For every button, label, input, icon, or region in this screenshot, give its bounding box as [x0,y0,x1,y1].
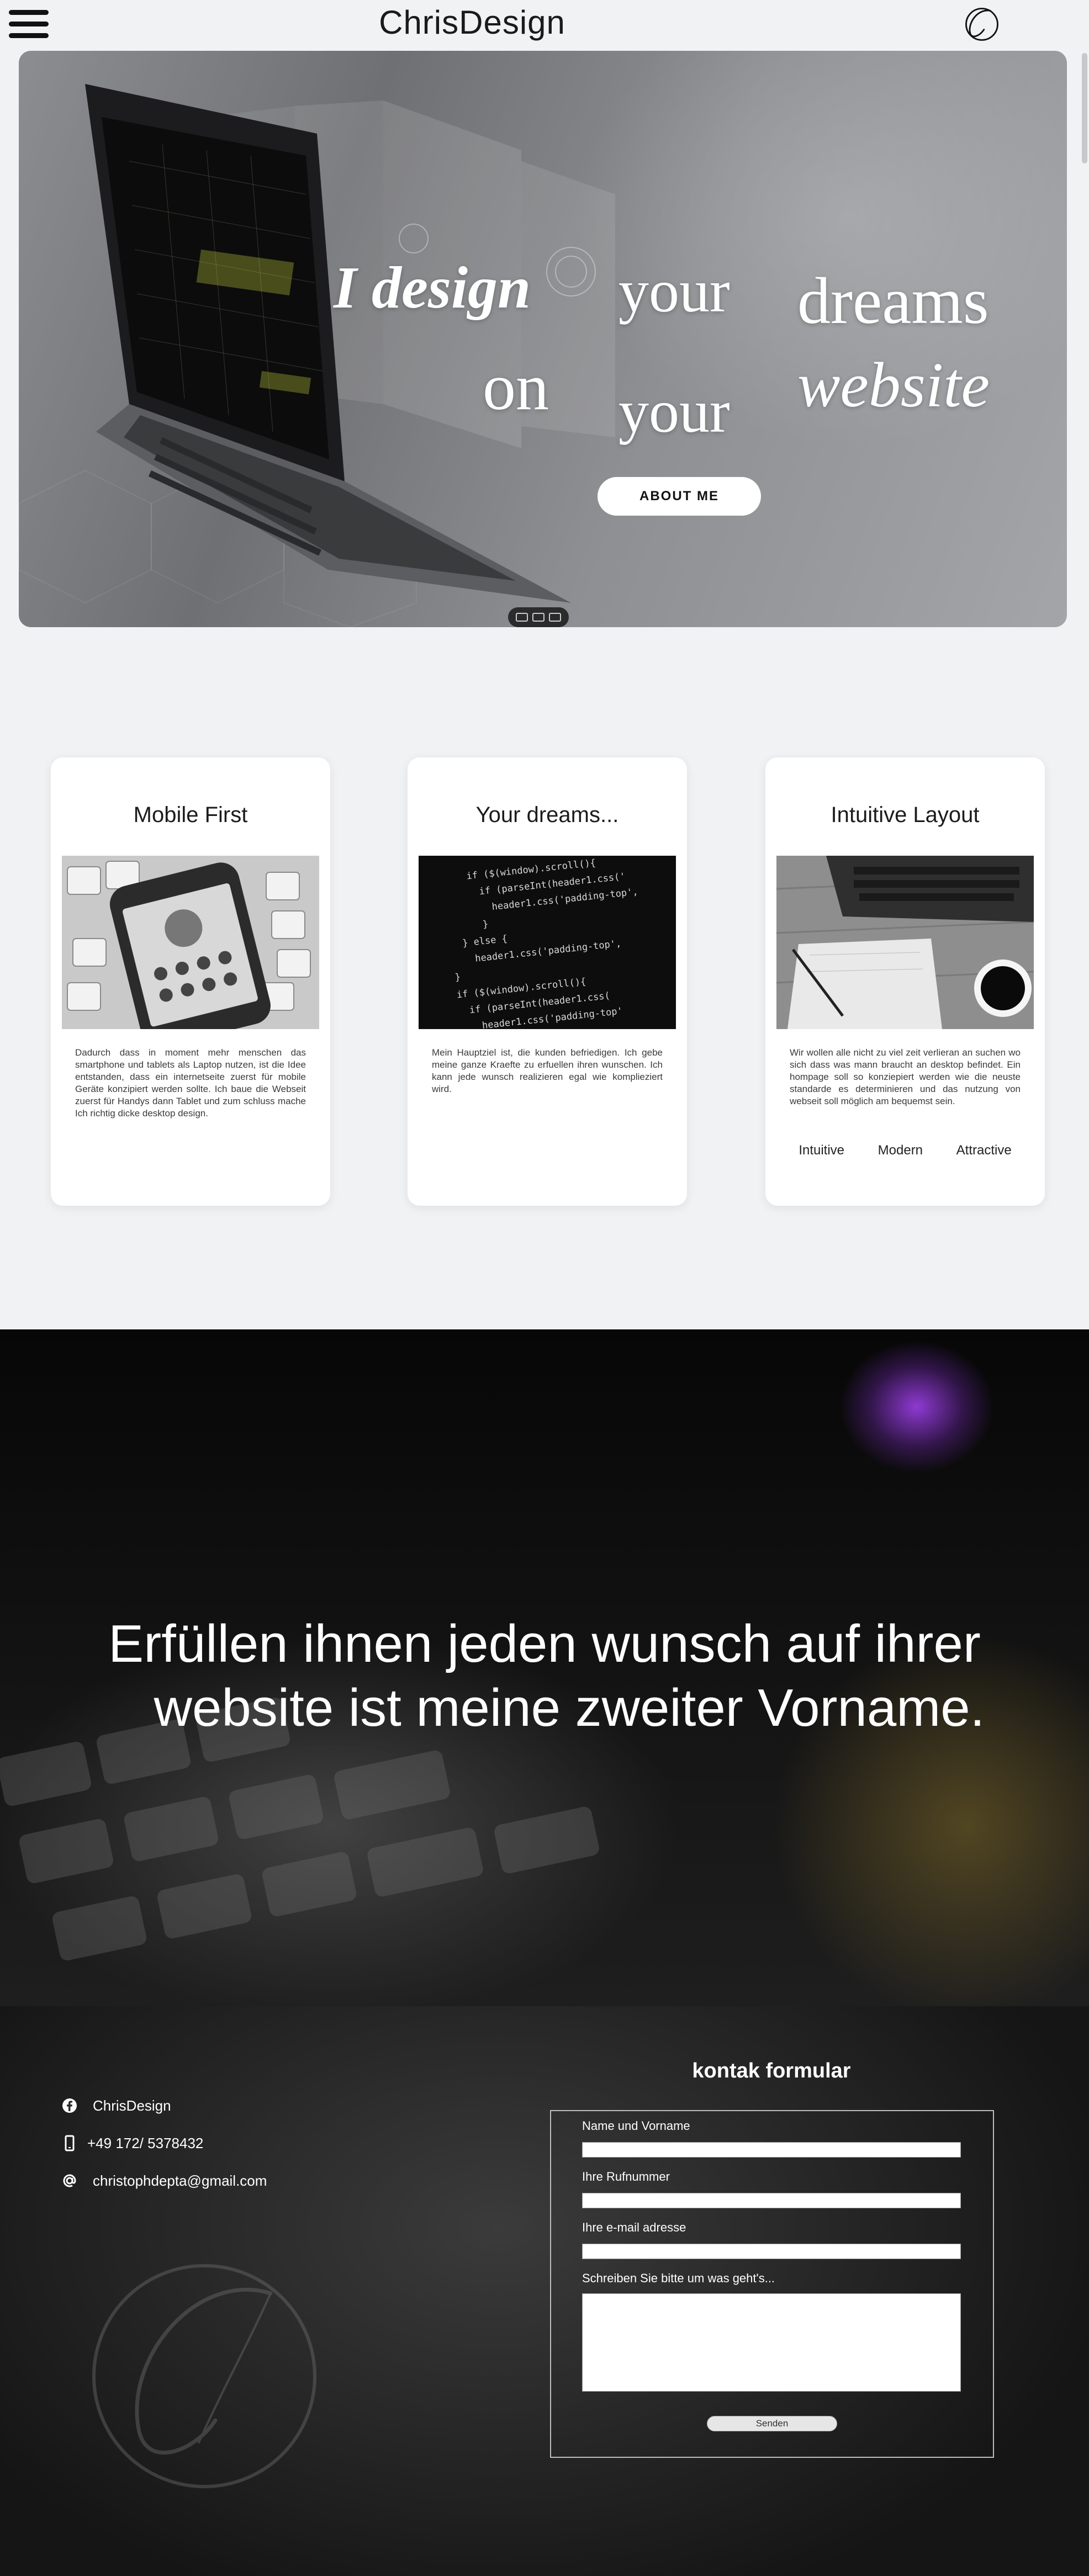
contact-facebook-text: ChrisDesign [93,2097,171,2114]
message-textarea[interactable] [582,2293,961,2392]
carousel-dot-1[interactable] [516,613,528,622]
footer-contact-section: ChrisDesign +49 172/ 5378432 christophde… [0,2006,1089,2576]
card-intuitive-layout: Intuitive Layout Wir wollen alle nicht z… [765,757,1045,1206]
card-title: Mobile First [133,803,248,827]
svg-text:}: } [482,919,489,930]
contact-email[interactable]: christophdepta@gmail.com [61,2172,267,2190]
tag-modern: Modern [877,1143,923,1158]
svg-text:}: } [454,972,461,983]
card-description: Wir wollen alle nicht zu viel zeit verli… [790,1047,1021,1106]
email-input[interactable] [582,2244,961,2259]
send-button[interactable]: Senden [707,2416,837,2431]
hero-headline-website: website [797,350,990,421]
hero-headline-on: on [483,350,549,423]
signature-logo-icon[interactable] [961,3,1003,45]
contact-form-title: kontak formular [692,2059,851,2082]
card-your-dreams: Your dreams... if ($(window).scroll(){ i… [408,757,687,1206]
card-tags: Intuitive Modern Attractive [782,1143,1028,1158]
phone-input[interactable] [582,2193,961,2208]
contact-phone[interactable]: +49 172/ 5378432 [61,2134,203,2152]
hero-headline-your-1: your [618,257,730,325]
phone-icon [65,2135,75,2151]
card-title: Your dreams... [475,803,619,827]
contact-form: Name und Vorname Ihre Rufnummer Ihre e-m… [550,2110,994,2458]
site-header: ChrisDesign [0,0,1089,50]
card-image-laptop-desk [776,856,1034,1029]
at-sign-icon [63,2174,76,2187]
site-brand[interactable]: ChrisDesign [0,3,944,41]
banner-line-2: website ist meine zweiter Vorname. [154,1678,985,1737]
card-title: Intuitive Layout [831,803,980,827]
carousel-indicators [508,607,569,627]
hero-headline-dreams: dreams [797,264,989,337]
name-input[interactable] [582,2142,961,2158]
tag-attractive: Attractive [956,1143,1012,1158]
carousel-dot-3[interactable] [549,613,561,622]
phone-label: Ihre Rufnummer [582,2170,670,2183]
banner-headline: Erfüllen ihnen jeden wunsch auf ihrer we… [0,1612,1089,1740]
email-label: Ihre e-mail adresse [582,2220,686,2234]
name-label: Name und Vorname [582,2119,690,2133]
card-mobile-first: Mobile First Dadurch dass in moment mehr… [51,757,330,1206]
scrollbar-thumb[interactable] [1082,53,1087,163]
parallax-banner: Erfüllen ihnen jeden wunsch auf ihrer we… [0,1329,1089,2006]
message-label: Schreiben Sie bitte um was geht's... [582,2271,775,2285]
card-description: Mein Hauptziel ist, die kunden befriedig… [432,1047,663,1094]
card-description: Dadurch dass in moment mehr menschen das… [75,1047,306,1119]
card-image-smartphone [62,856,319,1029]
hero-headline-i-design: I design [334,255,531,321]
contact-facebook[interactable]: ChrisDesign [61,2097,171,2114]
banner-line-1: Erfüllen ihnen jeden wunsch auf ihrer [108,1614,981,1673]
card-image-code: if ($(window).scroll(){ if (parseInt(hea… [419,856,676,1029]
laptop-hologram-illustration [19,84,615,627]
carousel-dot-2[interactable] [532,613,544,622]
tag-intuitive: Intuitive [799,1143,845,1158]
contact-email-text: christophdepta@gmail.com [93,2172,267,2189]
signature-watermark-logo [92,2264,316,2488]
contact-phone-text: +49 172/ 5378432 [87,2134,204,2151]
facebook-icon [62,2098,77,2113]
hero-slider: I design your dreams on your website ABO… [19,51,1067,627]
about-me-button[interactable]: ABOUT ME [598,477,761,516]
hero-headline-your-2: your [618,378,730,445]
